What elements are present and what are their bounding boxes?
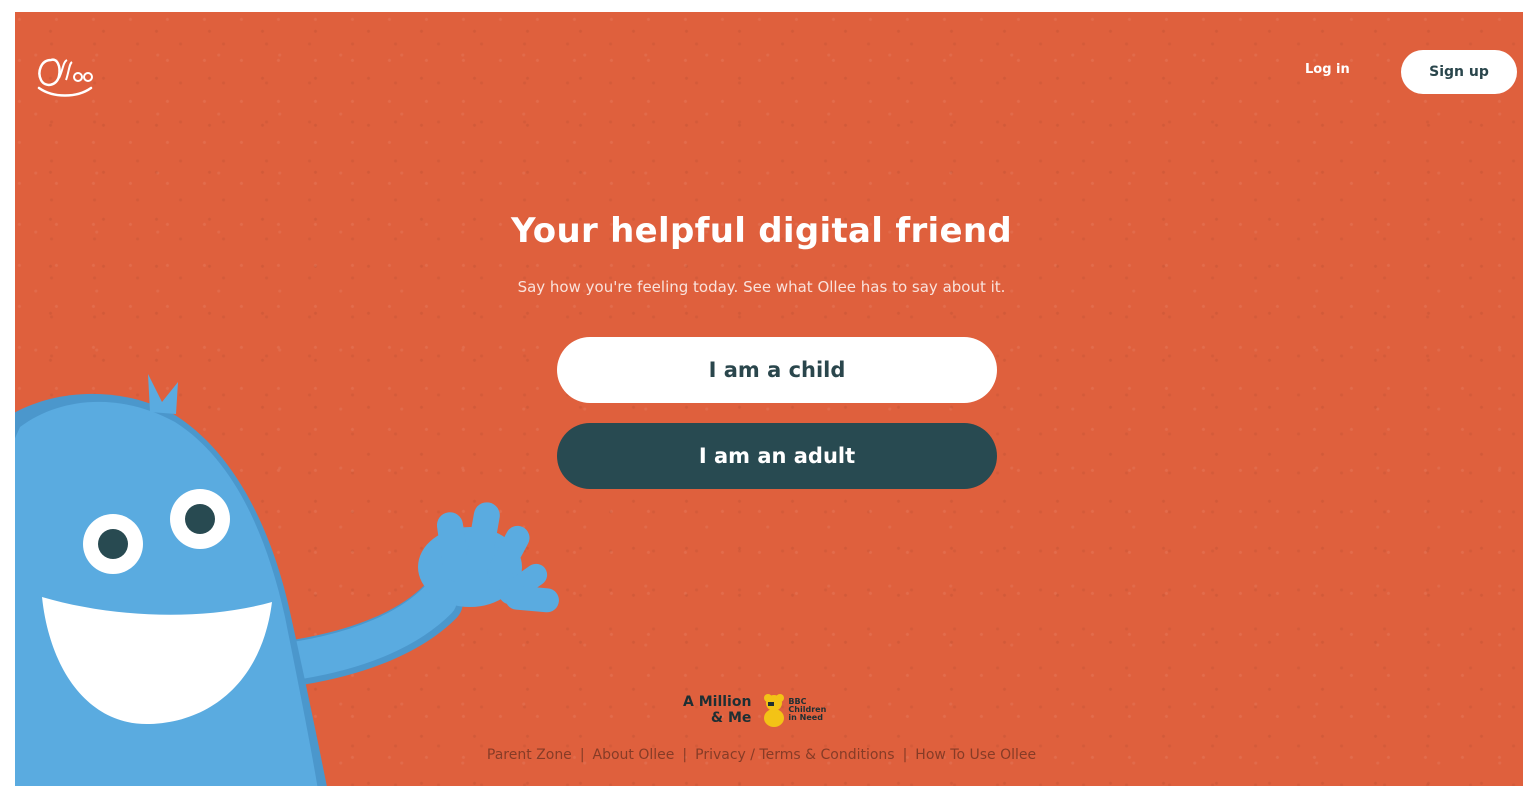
signup-button[interactable]: Sign up — [1401, 50, 1517, 94]
child-button[interactable]: I am a child — [557, 337, 997, 403]
footer-separator: | — [682, 747, 688, 763]
a-million-line2: & Me — [710, 710, 752, 726]
footer-link-parent-zone[interactable]: Parent Zone — [487, 747, 572, 763]
ollee-logo-icon — [37, 58, 93, 97]
hero-subtitle: Say how you're feeling today. See what O… — [517, 278, 1006, 296]
footer-links: Parent Zone | About Ollee | Privacy / Terms … — [15, 747, 1523, 763]
ollee-mascot-illustration — [15, 352, 600, 786]
footer-link-privacy-terms[interactable]: Privacy / Terms & Conditions — [695, 747, 894, 763]
mascot-eye-left — [83, 514, 143, 574]
ollee-logo[interactable] — [33, 50, 97, 100]
login-link[interactable]: Log in — [1305, 62, 1350, 77]
footer-separator: | — [902, 747, 908, 763]
children-in-need-logo: BBC Children in Need — [763, 693, 826, 727]
footer-separator: | — [579, 747, 585, 763]
waving-hand-icon — [418, 502, 559, 613]
partner-logos: A Million & Me BBC Children in Need — [683, 693, 826, 727]
landing-page: Log in Sign up Your helpful digital frie… — [15, 12, 1523, 786]
cin-line3: in Need — [788, 713, 823, 722]
footer-link-about[interactable]: About Ollee — [593, 747, 675, 763]
mascot-eye-right — [170, 489, 230, 549]
a-million-and-me-logo: A Million & Me — [683, 694, 751, 726]
a-million-line1: A Million — [683, 694, 752, 710]
footer-link-how-to-use[interactable]: How To Use Ollee — [915, 747, 1036, 763]
adult-button[interactable]: I am an adult — [557, 423, 997, 489]
hero-title: Your helpful digital friend — [510, 211, 1012, 251]
pudsey-bear-icon — [764, 694, 785, 727]
